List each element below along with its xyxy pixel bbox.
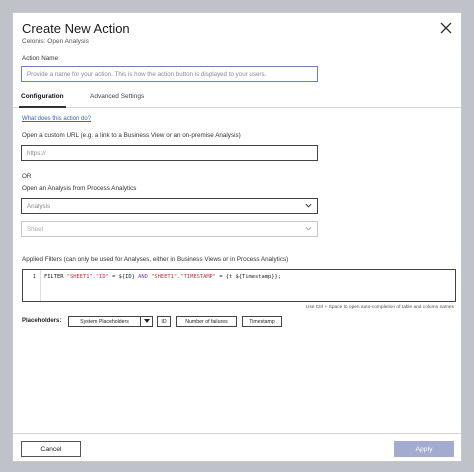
- tab-configuration[interactable]: Configuration: [19, 93, 66, 108]
- apply-button[interactable]: Apply: [394, 441, 454, 457]
- code-keyword: AND: [138, 274, 148, 280]
- code-token: = {t ${Timestamp}};: [216, 274, 281, 280]
- sheet-select[interactable]: Sheet: [21, 221, 318, 237]
- analysis-label: Open an Analysis from Process Analytics: [22, 185, 137, 192]
- action-name-label: Action Name: [22, 55, 59, 62]
- system-placeholders-label: System Placeholders: [80, 318, 129, 325]
- system-placeholders-dropdown[interactable]: System Placeholders: [68, 316, 141, 327]
- line-number: 1: [32, 274, 36, 280]
- code-token: = ${ID}: [108, 274, 139, 280]
- dialog-title: Create New Action: [22, 21, 130, 36]
- code-token: FILTER: [44, 274, 67, 280]
- code-line: FILTER "SHEET1"."ID" = ${ID} AND "SHEET1…: [44, 274, 281, 280]
- tab-advanced-settings[interactable]: Advanced Settings: [90, 93, 144, 100]
- analysis-select-value: Analysis: [27, 202, 51, 210]
- dialog-footer-divider: [13, 433, 461, 434]
- placeholders-label: Placeholders:: [22, 318, 62, 324]
- code-token: "SHEET1"."TIMESTAMP": [151, 274, 217, 280]
- caret-down-icon: [143, 319, 150, 323]
- dialog-subtitle: Celonis: Open Analysis: [22, 38, 89, 45]
- custom-url-placeholder: https://: [27, 149, 46, 157]
- custom-url-input[interactable]: https://: [21, 145, 318, 161]
- close-icon[interactable]: [440, 22, 452, 34]
- line-number-gutter: 1: [23, 270, 41, 301]
- autocomplete-hint: Use Ctrl + Space to open auto-completion…: [305, 305, 454, 310]
- action-name-placeholder: Provide a name for your action. This is …: [27, 70, 267, 78]
- custom-url-label: Open a custom URL (e.g. a link to a Busi…: [22, 132, 241, 139]
- placeholder-chip-id[interactable]: ID: [157, 316, 171, 327]
- help-link[interactable]: What does this action do?: [22, 116, 91, 122]
- analysis-select[interactable]: Analysis: [21, 198, 318, 214]
- tab-bar: Configuration Advanced Settings: [13, 90, 461, 108]
- chevron-down-icon: [305, 226, 312, 231]
- system-placeholders-toggle[interactable]: [140, 316, 153, 327]
- cancel-button[interactable]: Cancel: [21, 441, 81, 457]
- placeholder-chip-number-of-failures[interactable]: Number of failures: [176, 316, 237, 327]
- create-action-dialog: Create New Action Celonis: Open Analysis…: [12, 12, 462, 462]
- action-name-input[interactable]: Provide a name for your action. This is …: [21, 66, 318, 82]
- filter-code-editor[interactable]: 1 FILTER "SHEET1"."ID" = ${ID} AND "SHEE…: [22, 269, 456, 302]
- applied-filters-label: Applied Filters (can only be used for An…: [22, 256, 289, 263]
- chevron-down-icon: [305, 203, 312, 208]
- sheet-select-value: Sheet: [27, 225, 44, 233]
- or-label: OR: [22, 173, 32, 180]
- code-token: "SHEET1"."ID": [66, 274, 109, 280]
- placeholder-chip-timestamp[interactable]: Timestamp: [242, 316, 282, 327]
